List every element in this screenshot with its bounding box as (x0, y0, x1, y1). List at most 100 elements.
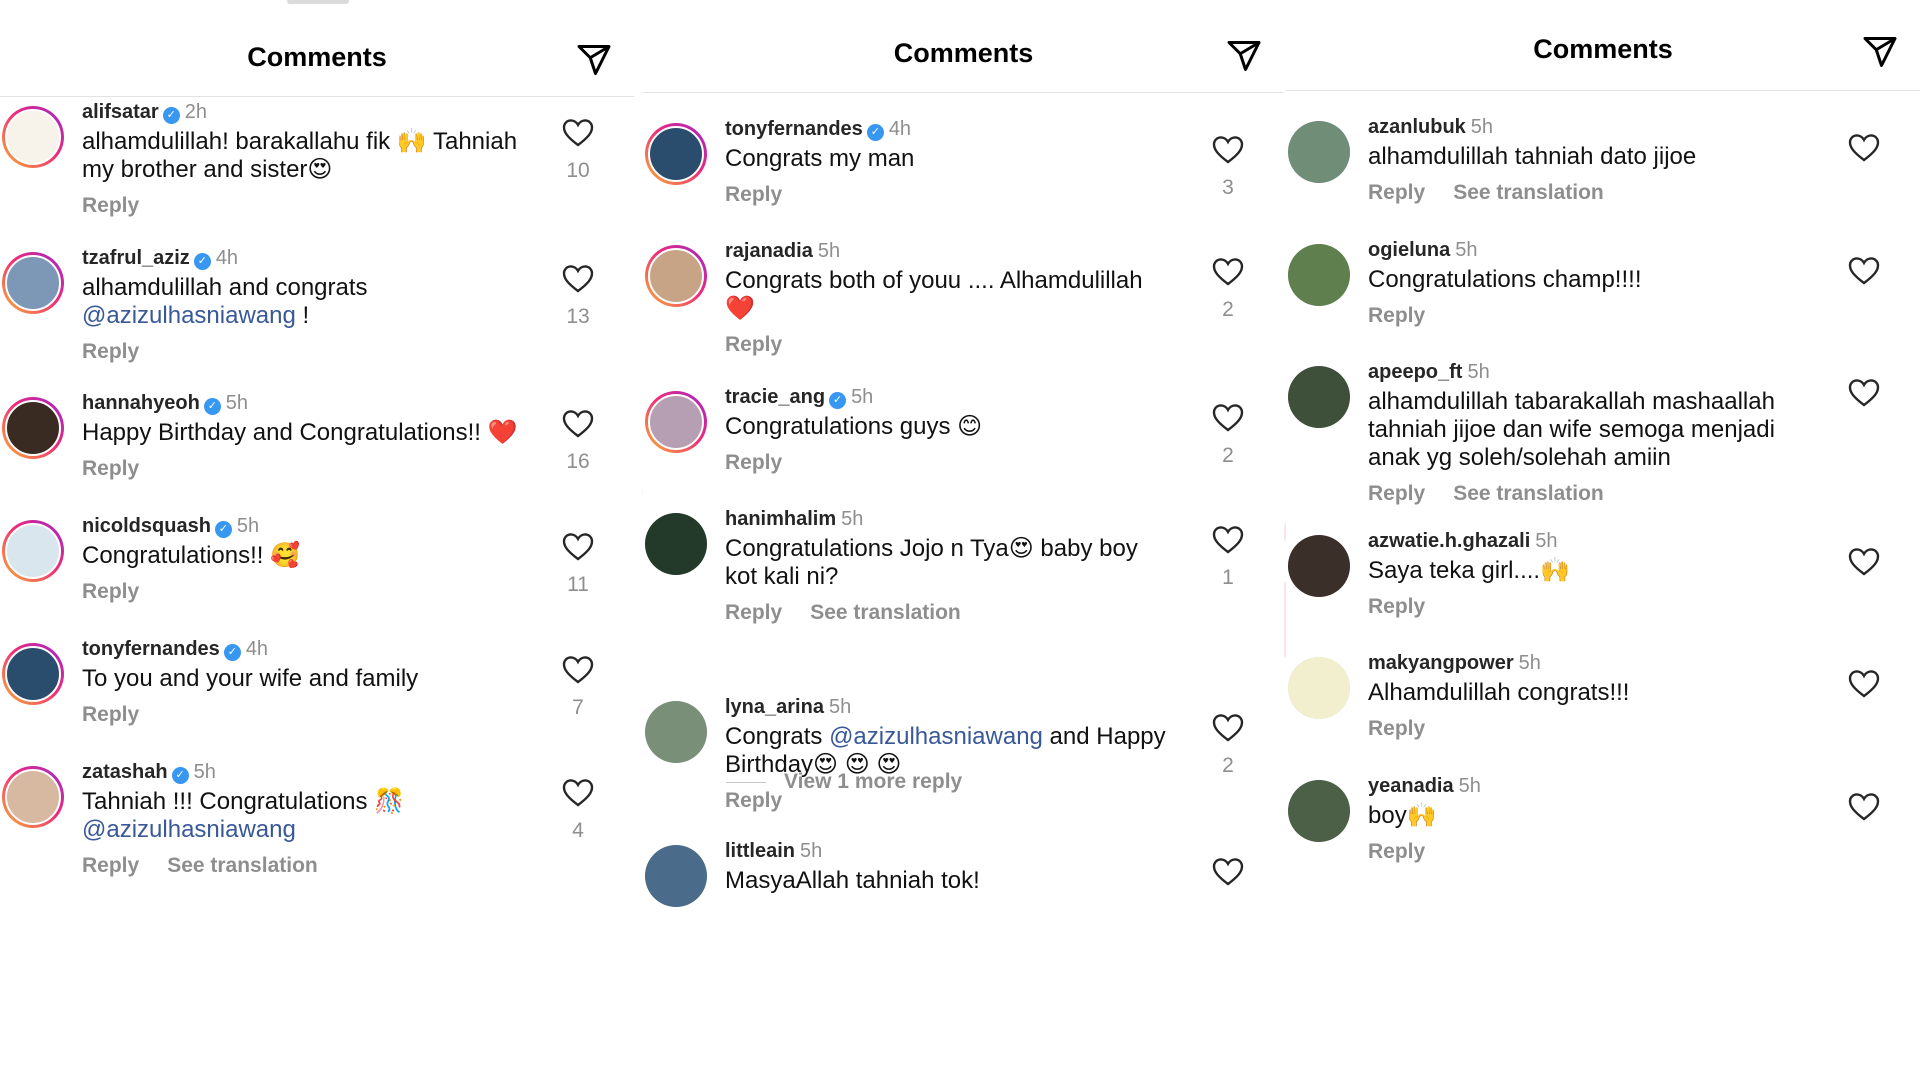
avatar[interactable] (1288, 366, 1350, 428)
avatar[interactable] (645, 123, 707, 185)
reply-button[interactable]: Reply (82, 703, 139, 726)
reply-button[interactable]: Reply (82, 340, 139, 363)
heart-outline-icon[interactable] (562, 410, 594, 443)
username-link[interactable]: ogieluna (1368, 239, 1450, 261)
thread-line (726, 781, 766, 783)
avatar[interactable] (2, 520, 64, 582)
heart-outline-icon[interactable] (562, 265, 594, 298)
view-more-replies-button[interactable]: View 1 more reply (726, 770, 962, 794)
avatar[interactable] (1288, 535, 1350, 597)
see-translation-button[interactable]: See translation (810, 601, 961, 624)
avatar[interactable] (1288, 657, 1350, 719)
mention-link[interactable]: @azizulhasniawang (82, 302, 296, 329)
reply-button[interactable]: Reply (82, 457, 139, 480)
heart-outline-icon[interactable] (1848, 379, 1880, 412)
comment-text: Happy Birthday and Congratulations!! ❤️ (82, 419, 518, 446)
see-translation-button[interactable]: See translation (1453, 482, 1604, 505)
heart-outline-icon[interactable] (1212, 526, 1244, 559)
send-icon[interactable] (1860, 32, 1900, 72)
send-icon[interactable] (1224, 36, 1264, 76)
avatar[interactable] (1288, 244, 1350, 306)
comment-meta: alifsatar ✓ 2h (82, 98, 524, 126)
heart-outline-icon[interactable] (562, 779, 594, 812)
heart-outline-icon[interactable] (1212, 136, 1244, 169)
avatar[interactable] (645, 513, 707, 575)
username-link[interactable]: alifsatar (82, 101, 159, 123)
avatar[interactable] (645, 845, 707, 907)
reply-button[interactable]: Reply (725, 183, 782, 206)
comment-text-part: Tahniah !!! Congratulations 🎊 (82, 788, 405, 815)
username-link[interactable]: hanimhalim (725, 508, 836, 530)
reply-button[interactable]: Reply (1368, 717, 1425, 740)
heart-outline-icon[interactable] (1212, 258, 1244, 291)
like-control: 4 (558, 778, 598, 843)
send-icon[interactable] (574, 40, 614, 80)
avatar[interactable] (1288, 121, 1350, 183)
heart-outline-icon[interactable] (562, 656, 594, 689)
avatar-image (1288, 244, 1350, 306)
heart-outline-icon[interactable] (1848, 793, 1880, 826)
username-link[interactable]: tracie_ang (725, 386, 825, 408)
username-link[interactable]: littleain (725, 840, 795, 862)
heart-outline-icon[interactable] (1212, 714, 1244, 747)
reply-button[interactable]: Reply (725, 333, 782, 356)
heart-outline-icon[interactable] (1212, 404, 1244, 437)
comment-timestamp: 4h (245, 638, 269, 660)
username-link[interactable]: zatashah (82, 761, 168, 783)
avatar[interactable] (2, 397, 64, 459)
reply-button[interactable]: Reply (82, 194, 139, 217)
heart-outline-icon[interactable] (562, 533, 594, 566)
username-link[interactable]: lyna_arina (725, 696, 824, 718)
username-link[interactable]: nicoldsquash (82, 515, 211, 537)
comment-timestamp: 5h (1458, 775, 1481, 797)
reply-button[interactable]: Reply (725, 601, 782, 624)
like-control: 2 (1208, 403, 1248, 468)
heart-outline-icon[interactable] (1848, 257, 1880, 290)
heart-outline-icon[interactable] (562, 119, 594, 152)
comment-timestamp: 5h (817, 240, 841, 262)
username-link[interactable]: azanlubuk (1368, 116, 1466, 138)
avatar-image (648, 394, 704, 450)
username-link[interactable]: hannahyeoh (82, 392, 200, 414)
username-link[interactable]: tonyfernandes (725, 118, 863, 140)
username-link[interactable]: azwatie.h.ghazali (1368, 530, 1530, 552)
reply-button[interactable]: Reply (1368, 595, 1425, 618)
avatar[interactable] (645, 391, 707, 453)
mention-link[interactable]: @azizulhasniawang (829, 723, 1043, 750)
see-translation-button[interactable]: See translation (167, 854, 318, 877)
heart-outline-icon[interactable] (1848, 548, 1880, 581)
reply-button[interactable]: Reply (82, 854, 139, 877)
reply-button[interactable]: Reply (82, 580, 139, 603)
username-link[interactable]: tonyfernandes (82, 638, 220, 660)
mention-link[interactable]: @azizulhasniawang (82, 816, 296, 843)
avatar-image (645, 513, 707, 575)
sheet-drag-handle[interactable] (287, 0, 349, 4)
reply-button[interactable]: Reply (1368, 304, 1425, 327)
heart-outline-icon[interactable] (1212, 858, 1244, 891)
comment-timestamp: 5h (225, 392, 249, 414)
avatar[interactable] (645, 245, 707, 307)
reply-button[interactable]: Reply (1368, 840, 1425, 863)
reply-button[interactable]: Reply (1368, 181, 1425, 204)
avatar[interactable] (2, 106, 64, 168)
username-link[interactable]: yeanadia (1368, 775, 1454, 797)
comment-timestamp: 5h (841, 508, 864, 530)
reply-button[interactable]: Reply (1368, 482, 1425, 505)
avatar[interactable] (2, 643, 64, 705)
avatar[interactable] (645, 701, 707, 763)
reply-button[interactable]: Reply (725, 451, 782, 474)
avatar[interactable] (2, 766, 64, 828)
heart-outline-icon[interactable] (1848, 134, 1880, 167)
username-link[interactable]: tzafrul_aziz (82, 247, 190, 269)
comment-actions: Reply See translation (1368, 482, 1810, 506)
like-control (1844, 256, 1884, 291)
username-link[interactable]: apeepo_ft (1368, 361, 1462, 383)
comment-body: littleain 5h MasyaAllah tahniah tok! (725, 837, 1174, 895)
see-translation-button[interactable]: See translation (1453, 181, 1604, 204)
comment-body: rajanadia 5h Congrats both of youu .... Al… (725, 237, 1174, 357)
avatar[interactable] (2, 252, 64, 314)
username-link[interactable]: rajanadia (725, 240, 813, 262)
avatar[interactable] (1288, 780, 1350, 842)
username-link[interactable]: makyangpower (1368, 652, 1514, 674)
heart-outline-icon[interactable] (1848, 670, 1880, 703)
